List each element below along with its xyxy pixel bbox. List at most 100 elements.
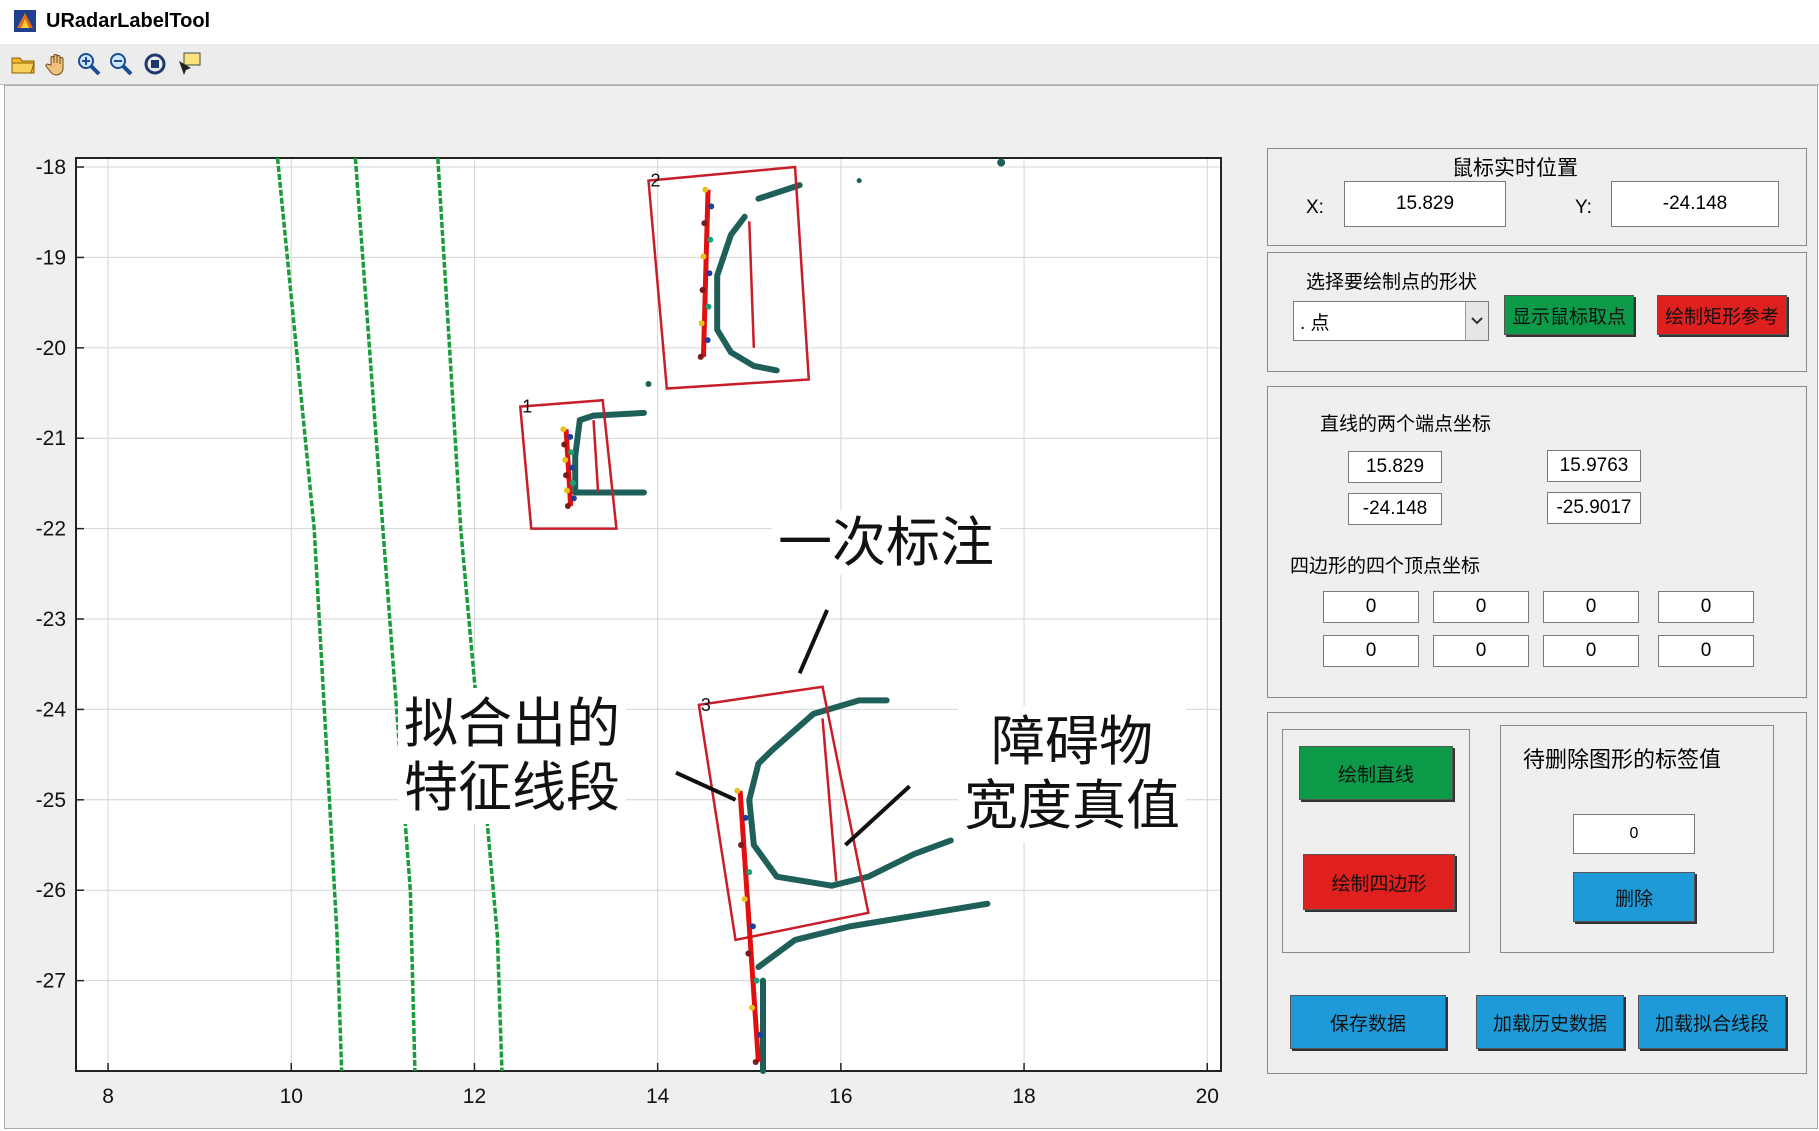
- coordinates-panel: 直线的两个端点坐标 15.829 -24.148 15.9763 -25.901…: [1267, 386, 1807, 698]
- delete-shape-group: 待删除图形的标签值 0 删除: [1500, 725, 1774, 953]
- segment-point: [749, 923, 756, 930]
- x-tick-label: 18: [1012, 1085, 1035, 1108]
- delete-shape-title: 待删除图形的标签值: [1523, 747, 1722, 772]
- quad-vertices-title: 四边形的四个顶点坐标: [1290, 556, 1481, 577]
- segment-point: [704, 337, 711, 344]
- segment-point: [741, 896, 748, 903]
- segment-point: [746, 869, 753, 876]
- x-tick-label: 8: [102, 1085, 114, 1108]
- shape-panel: 选择要绘制点的形状 . 点 显示鼠标取点 绘制矩形参考: [1267, 252, 1807, 372]
- segment-point: [749, 1004, 756, 1011]
- segment-point: [707, 236, 714, 243]
- quad-vertex-field[interactable]: 0: [1543, 635, 1639, 667]
- y-tick-label: -27: [36, 970, 66, 993]
- shape-select-value: . 点: [1300, 313, 1330, 334]
- x-tick-label: 10: [280, 1085, 303, 1108]
- draw-line-button[interactable]: 绘制直线: [1299, 746, 1453, 800]
- shape-select[interactable]: . 点: [1293, 301, 1489, 341]
- segment-point: [742, 814, 749, 821]
- mouse-x-label: X:: [1306, 197, 1324, 218]
- mouse-x-field[interactable]: 15.829: [1344, 181, 1506, 227]
- box-label: 1: [522, 397, 532, 417]
- segment-point: [563, 472, 570, 479]
- x-tick-label: 20: [1196, 1085, 1219, 1108]
- y-tick-label: -23: [36, 608, 66, 631]
- chevron-down-icon[interactable]: [1465, 302, 1488, 340]
- show-mouse-points-button[interactable]: 显示鼠标取点: [1504, 295, 1634, 335]
- endpoint1-y-field[interactable]: -24.148: [1348, 493, 1442, 525]
- obstacle-point-cloud: [590, 409, 647, 419]
- quad-vertex-field[interactable]: 0: [1323, 635, 1419, 667]
- segment-point: [570, 495, 577, 502]
- segment-point: [738, 842, 745, 849]
- segment-point: [564, 503, 571, 510]
- x-tick-label: 14: [646, 1085, 670, 1108]
- box-label: 3: [701, 695, 711, 715]
- segment-point: [569, 464, 576, 471]
- draw-rect-reference-button[interactable]: 绘制矩形参考: [1657, 295, 1787, 335]
- mouse-position-panel: 鼠标实时位置 X: 15.829 Y: -24.148: [1267, 148, 1807, 246]
- quad-vertex-field[interactable]: 0: [1658, 635, 1754, 667]
- drawing-panel: 绘制直线 绘制四边形 待删除图形的标签值 0 删除 保存数据 加载历史数据 加载…: [1267, 712, 1807, 1074]
- segment-point: [745, 950, 752, 957]
- endpoint2-x-field[interactable]: 15.9763: [1547, 450, 1641, 482]
- annotation-fitted-segment: 拟合出的 特征线段: [398, 688, 626, 824]
- segment-point: [752, 1058, 759, 1065]
- delete-button[interactable]: 删除: [1573, 872, 1695, 922]
- plot-background: [76, 158, 1221, 1071]
- y-tick-label: -18: [36, 156, 66, 179]
- y-tick-label: -22: [36, 518, 66, 541]
- segment-point: [708, 203, 715, 210]
- y-tick-label: -19: [36, 246, 66, 269]
- segment-point: [706, 270, 713, 277]
- segment-point: [702, 186, 709, 193]
- mouse-y-label: Y:: [1575, 197, 1592, 218]
- y-tick-label: -21: [36, 427, 66, 450]
- quad-vertex-field[interactable]: 0: [1323, 591, 1419, 623]
- segment-point: [567, 433, 574, 440]
- plot-axes[interactable]: 8 10 12 14 16 18 20-18-19-20-21-22-23-24-25-26…: [0, 0, 1260, 1131]
- mouse-y-field[interactable]: -24.148: [1611, 181, 1779, 227]
- mouse-position-title: 鼠标实时位置: [1452, 157, 1578, 180]
- segment-point: [563, 487, 570, 494]
- load-fitted-segments-button[interactable]: 加载拟合线段: [1638, 995, 1786, 1049]
- segment-point: [705, 303, 712, 310]
- draw-quadrilateral-button[interactable]: 绘制四边形: [1303, 854, 1455, 910]
- segment-point: [700, 253, 707, 260]
- segment-point: [568, 449, 575, 456]
- endpoint2-y-field[interactable]: -25.9017: [1547, 492, 1641, 524]
- delete-label-field[interactable]: 0: [1573, 814, 1695, 854]
- quad-vertex-field[interactable]: 0: [1433, 591, 1529, 623]
- shape-title: 选择要绘制点的形状: [1306, 272, 1478, 293]
- segment-point: [698, 320, 705, 327]
- segment-point: [569, 479, 576, 486]
- stray-point: [645, 380, 652, 387]
- x-tick-label: 12: [463, 1085, 486, 1108]
- draw-buttons-group: 绘制直线 绘制四边形: [1282, 729, 1470, 953]
- annotation-obstacle-width: 障碍物 宽度真值: [958, 706, 1186, 842]
- segment-point: [562, 456, 569, 463]
- quad-vertex-field[interactable]: 0: [1658, 591, 1754, 623]
- quad-vertex-field[interactable]: 0: [1543, 591, 1639, 623]
- save-data-button[interactable]: 保存数据: [1290, 995, 1446, 1049]
- endpoint1-x-field[interactable]: 15.829: [1348, 451, 1442, 483]
- stray-point: [856, 178, 862, 184]
- y-tick-label: -25: [36, 789, 66, 812]
- stray-point: [997, 158, 1006, 167]
- segment-point: [560, 426, 567, 433]
- y-tick-label: -20: [36, 337, 66, 360]
- segment-point: [701, 220, 708, 227]
- segment-point: [734, 787, 741, 794]
- segment-point: [757, 1031, 764, 1038]
- line-endpoints-title: 直线的两个端点坐标: [1320, 414, 1492, 435]
- load-history-button[interactable]: 加载历史数据: [1476, 995, 1624, 1049]
- x-tick-label: 16: [829, 1085, 852, 1108]
- segment-point: [753, 977, 760, 984]
- segment-point: [699, 286, 706, 293]
- y-tick-label: -26: [36, 879, 66, 902]
- annotation-first-label: 一次标注: [772, 511, 1000, 575]
- y-tick-label: -24: [36, 698, 67, 721]
- segment-point: [697, 353, 704, 360]
- quad-vertex-field[interactable]: 0: [1433, 635, 1529, 667]
- box-label: 2: [651, 171, 661, 191]
